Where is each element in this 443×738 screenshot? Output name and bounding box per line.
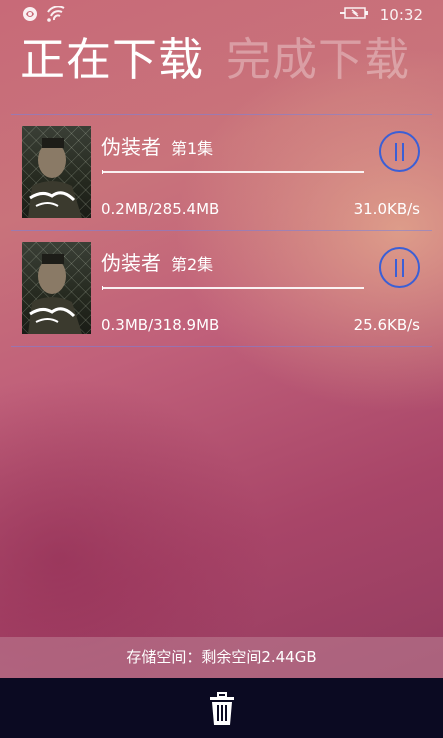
download-size: 0.3MB/318.9MB [101, 316, 220, 334]
download-speed: 31.0KB/s [353, 200, 420, 218]
poster-thumbnail [22, 242, 91, 334]
item-title: 伪装者 [101, 135, 161, 159]
battery-charging-icon [339, 5, 370, 25]
progress-bar [102, 170, 364, 174]
title-row: 伪装者 第1集 [101, 131, 213, 160]
status-bar: 10:32 [0, 0, 443, 30]
item-episode: 第2集 [171, 255, 214, 274]
delete-button[interactable] [207, 692, 237, 726]
download-item[interactable]: 伪装者 第2集 0.3MB/318.9MB 25.6KB/s [11, 231, 432, 347]
pivot-tabs: 正在下载 完成下载 [20, 30, 410, 90]
pause-button[interactable] [379, 247, 420, 288]
tab-completed[interactable]: 完成下载 [226, 30, 410, 90]
item-title: 伪装者 [101, 251, 161, 275]
storage-info: 存储空间：剩余空间2.44GB [0, 637, 443, 678]
status-time: 10:32 [379, 6, 423, 24]
status-right: 10:32 [339, 5, 423, 25]
pause-button[interactable] [379, 131, 420, 172]
app-bar [0, 678, 443, 738]
trash-icon [207, 692, 237, 730]
download-speed: 25.6KB/s [353, 316, 420, 334]
title-row: 伪装者 第2集 [101, 247, 213, 276]
progress-bar [102, 286, 364, 290]
download-size: 0.2MB/285.4MB [101, 200, 220, 218]
notification-icon [22, 6, 38, 26]
wifi-signal-icon [46, 5, 66, 26]
item-episode: 第1集 [171, 139, 214, 158]
download-item[interactable]: 伪装者 第1集 0.2MB/285.4MB 31.0KB/s [11, 115, 432, 231]
download-list: 伪装者 第1集 0.2MB/285.4MB 31.0KB/s 伪装者 第2集 0… [11, 114, 432, 347]
poster-thumbnail [22, 126, 91, 218]
tab-downloading[interactable]: 正在下载 [20, 30, 204, 90]
status-left [22, 5, 66, 26]
